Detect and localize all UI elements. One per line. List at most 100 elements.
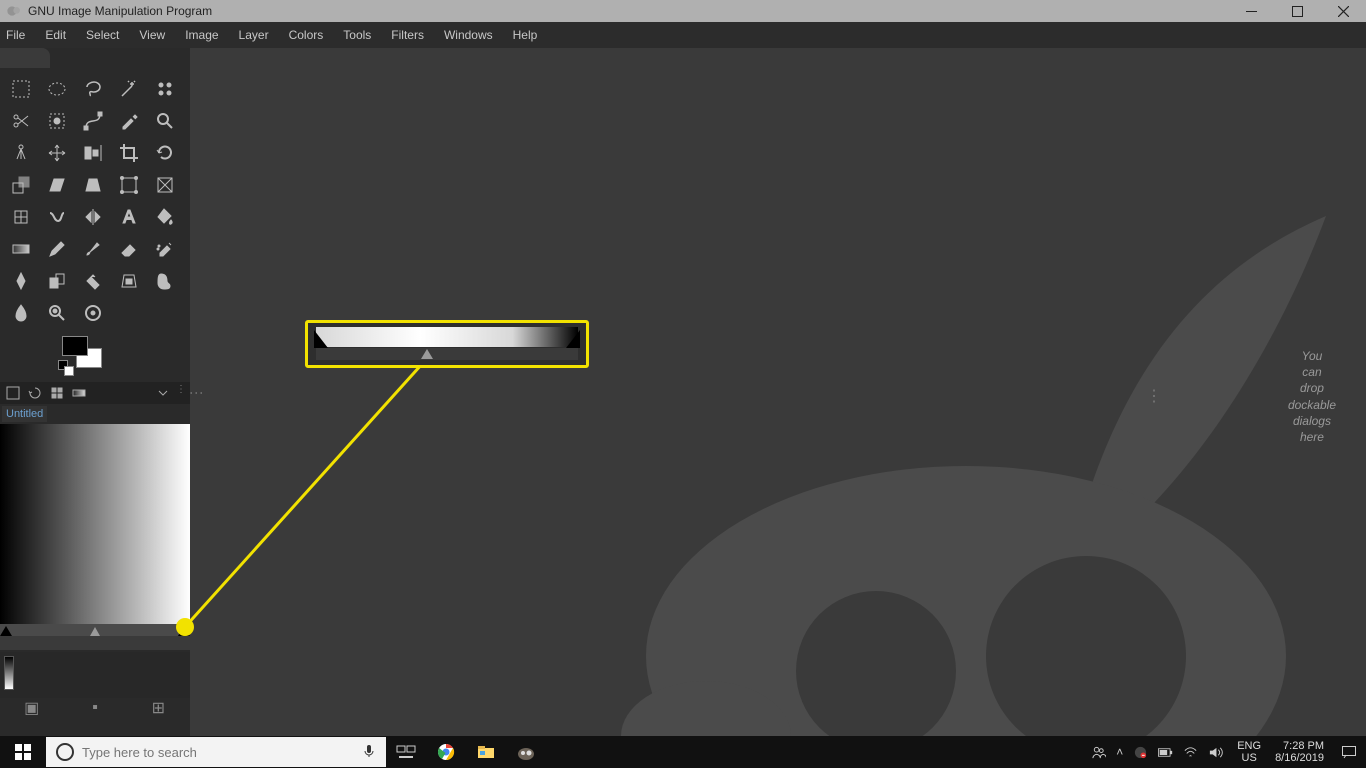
menu-tools[interactable]: Tools <box>333 23 381 47</box>
tool-airbrush[interactable] <box>148 234 182 264</box>
tool-color-picker[interactable] <box>112 106 146 136</box>
tool-smudge[interactable] <box>148 266 182 296</box>
tool-by-color-select[interactable] <box>148 74 182 104</box>
gradient-preview[interactable] <box>0 424 190 624</box>
minimize-button[interactable] <box>1228 0 1274 22</box>
gradient-midpoint-handle[interactable] <box>90 627 100 636</box>
tool-pencil[interactable] <box>40 234 74 264</box>
wifi-icon[interactable] <box>1183 745 1198 760</box>
tool-perspective[interactable] <box>76 170 110 200</box>
maximize-button[interactable] <box>1274 0 1320 22</box>
tool-eraser[interactable] <box>112 234 146 264</box>
tool-clone[interactable] <box>40 266 74 296</box>
gradient-save-icon[interactable]: ▣ <box>26 702 38 714</box>
tool-heal[interactable] <box>76 266 110 296</box>
gradient-zoom-icon[interactable]: ⊞ <box>152 702 164 714</box>
cortana-icon <box>56 743 74 761</box>
tab-tool-options-icon[interactable] <box>4 384 22 402</box>
annotation-gradient-strip <box>316 327 578 347</box>
tool-foreground-select[interactable] <box>40 106 74 136</box>
tool-rect-select[interactable] <box>4 74 38 104</box>
tool-text[interactable] <box>112 202 146 232</box>
gradient-revert-icon[interactable]: ▪ <box>89 702 101 714</box>
toolbox-tab-strip <box>0 48 190 68</box>
task-view-button[interactable] <box>386 736 426 768</box>
gradient-name-field[interactable]: Untitled <box>2 406 47 422</box>
tool-scale[interactable] <box>4 170 38 200</box>
menu-file[interactable]: File <box>0 23 35 47</box>
clock-date: 8/16/2019 <box>1275 752 1324 764</box>
swap-colors-icon[interactable] <box>64 366 74 376</box>
tool-dodge[interactable] <box>40 298 74 328</box>
tool-handle-transform[interactable] <box>4 202 38 232</box>
tool-move[interactable] <box>40 138 74 168</box>
menu-filters[interactable]: Filters <box>381 23 434 47</box>
tool-zoom[interactable] <box>148 106 182 136</box>
color-swatches[interactable] <box>56 336 116 380</box>
menu-help[interactable]: Help <box>503 23 548 47</box>
gradient-stop-left[interactable] <box>0 626 12 636</box>
window-title: GNU Image Manipulation Program <box>28 4 212 18</box>
tool-unified-transform[interactable] <box>112 170 146 200</box>
dock-drag-handle-left[interactable]: ⋮ <box>190 386 205 400</box>
tab-brushes-icon[interactable] <box>48 384 66 402</box>
volume-icon[interactable] <box>1208 745 1223 760</box>
taskbar-app-file-explorer[interactable] <box>466 736 506 768</box>
tray-chevron-up-icon[interactable]: ˄ <box>1116 745 1123 759</box>
menu-layer[interactable]: Layer <box>229 23 279 47</box>
foreground-color-swatch[interactable] <box>62 336 88 356</box>
language-indicator[interactable]: ENG US <box>1231 740 1267 764</box>
taskbar-app-gimp[interactable] <box>506 736 546 768</box>
taskbar-app-chrome[interactable] <box>426 736 466 768</box>
tool-cage[interactable] <box>148 170 182 200</box>
tool-flip[interactable] <box>76 202 110 232</box>
tab-undo-history-icon[interactable] <box>26 384 44 402</box>
menu-select[interactable]: Select <box>76 23 129 47</box>
tool-gradient[interactable] <box>4 234 38 264</box>
tool-bucket[interactable] <box>148 202 182 232</box>
tool-scissors[interactable] <box>4 106 38 136</box>
taskbar-search[interactable] <box>46 737 386 767</box>
dockable-tabs: ⋮ <box>0 382 190 404</box>
menu-windows[interactable]: Windows <box>434 23 503 47</box>
close-button[interactable] <box>1320 0 1366 22</box>
battery-icon[interactable] <box>1158 745 1173 760</box>
windows-taskbar: ˄ ENG US 7:28 PM 8/16/2019 <box>0 736 1366 768</box>
tab-gradients-icon[interactable] <box>70 384 88 402</box>
tool-shear[interactable] <box>40 170 74 200</box>
tool-paintbrush[interactable] <box>76 234 110 264</box>
menu-view[interactable]: View <box>129 23 175 47</box>
tool-perspective-clone[interactable] <box>112 266 146 296</box>
tool-lasso[interactable] <box>76 74 110 104</box>
gradient-segment-row[interactable] <box>0 636 190 650</box>
tool-crop[interactable] <box>112 138 146 168</box>
tool-magic-wand[interactable] <box>112 74 146 104</box>
dock-drag-handle[interactable]: ⋮ <box>176 384 186 402</box>
menu-image[interactable]: Image <box>175 23 228 47</box>
tool-paths[interactable] <box>76 106 110 136</box>
tool-blur[interactable] <box>4 298 38 328</box>
mic-icon[interactable] <box>362 744 376 761</box>
action-center-button[interactable] <box>1332 744 1366 760</box>
gradient-stop-track[interactable] <box>0 624 190 636</box>
tab-menu-icon[interactable] <box>154 384 172 402</box>
hint-line: can <box>1288 364 1336 380</box>
tool-measure[interactable] <box>4 138 38 168</box>
security-icon[interactable] <box>1133 745 1148 760</box>
people-icon[interactable] <box>1091 745 1106 760</box>
hint-line: dialogs <box>1288 413 1336 429</box>
tool-rotate[interactable] <box>148 138 182 168</box>
tool-align[interactable] <box>76 138 110 168</box>
toolbox-tab[interactable] <box>0 48 50 68</box>
tool-color[interactable] <box>76 298 110 328</box>
tool-ink[interactable] <box>4 266 38 296</box>
system-tray[interactable]: ˄ <box>1083 745 1231 760</box>
search-input[interactable] <box>82 745 354 760</box>
tool-warp[interactable] <box>40 202 74 232</box>
menu-edit[interactable]: Edit <box>35 23 76 47</box>
tool-ellipse-select[interactable] <box>40 74 74 104</box>
menu-colors[interactable]: Colors <box>279 23 334 47</box>
dock-drag-handle-right[interactable]: ⋮ <box>1146 386 1162 406</box>
start-button[interactable] <box>0 736 46 768</box>
taskbar-clock[interactable]: 7:28 PM 8/16/2019 <box>1267 740 1332 764</box>
